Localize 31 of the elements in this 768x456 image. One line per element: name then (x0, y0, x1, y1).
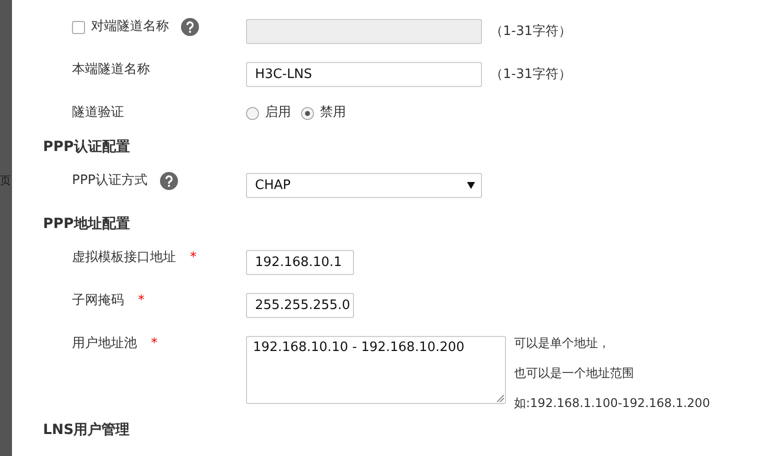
caret-icon (467, 182, 475, 189)
note-text: 也可以是一个地址范围 (514, 365, 635, 382)
resize-grip-icon (496, 394, 504, 402)
input-field[interactable]: 192.168.10.1 (246, 250, 354, 275)
radio-label: 启用 (265, 105, 291, 121)
field-label: PPP认证方式 (72, 173, 148, 189)
radio-button[interactable] (301, 106, 314, 120)
section-heading: PPP地址配置 (42, 216, 131, 232)
length-hint: （1-31字符） (490, 23, 572, 41)
field-label: 虚拟模板接口地址 (72, 250, 176, 266)
field-label: 对端隧道名称 (91, 19, 169, 35)
field-label: 用户地址池 (72, 336, 137, 352)
help-icon[interactable] (160, 172, 178, 190)
text-area[interactable]: 192.168.10.10 - 192.168.10.200 (246, 336, 506, 404)
length-hint: （1-31字符） (490, 66, 572, 84)
field-label: 子网掩码 (72, 293, 124, 309)
input-field[interactable]: H3C-LNS (246, 62, 482, 87)
section-heading: PPP认证配置 (42, 139, 131, 155)
required-mark: * (151, 336, 158, 352)
backdrop-text: 页 (0, 173, 12, 188)
note-text: 可以是单个地址， (514, 335, 611, 352)
note-text: 如:192.168.1.100-192.168.1.200 (514, 395, 710, 412)
dropdown[interactable]: CHAP (246, 173, 482, 198)
radio-button[interactable] (246, 106, 259, 120)
required-mark: * (190, 250, 196, 266)
input-field[interactable]: 255.255.255.0 (246, 293, 354, 318)
field-label: 隧道验证 (72, 105, 124, 121)
required-mark: * (138, 293, 144, 309)
section-heading: LNS用户管理 (42, 422, 131, 438)
field-label: 本端隧道名称 (72, 62, 150, 78)
radio-label: 禁用 (320, 105, 346, 121)
